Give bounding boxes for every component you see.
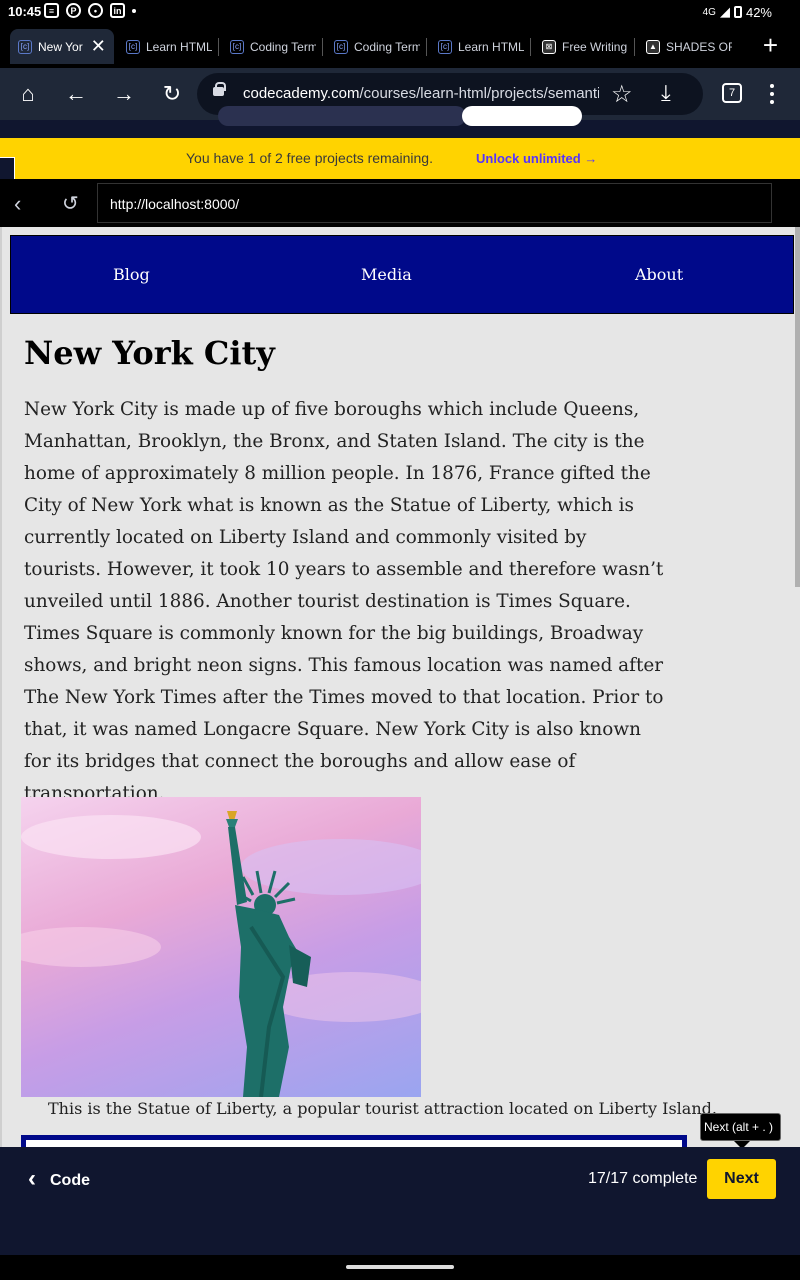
back-icon[interactable]: ← [60, 78, 92, 110]
tab-title: Coding Term [250, 39, 316, 54]
image-caption: This is the Statue of Liberty, a popular… [48, 1099, 717, 1118]
battery-percent: 42% [745, 4, 772, 20]
download-icon[interactable]: ⤓ [661, 80, 671, 106]
cta-label: Unlock unlimited [476, 151, 581, 166]
banner-message: You have 1 of 2 free projects remaining. [186, 150, 433, 166]
address-url[interactable]: codecademy.com/courses/learn-html/projec… [243, 85, 599, 102]
more-notifications-icon [132, 8, 136, 13]
forward-icon[interactable]: → [108, 78, 140, 110]
tab-coding-terms[interactable]: [c] Coding Term [222, 29, 322, 64]
tab-separator [218, 38, 219, 56]
chevron-left-icon: ‹ [28, 1165, 36, 1192]
url-path: /courses/learn-html/projects/semantic- [359, 85, 599, 102]
article-body: New York City is made up of five borough… [24, 399, 664, 804]
record-notification-icon: • [88, 3, 103, 18]
close-tab-icon[interactable]: ✕ [91, 36, 106, 57]
status-right: 4G ◢ 42% [703, 4, 772, 20]
preview-address-field[interactable]: http://localhost:8000/ [97, 183, 772, 223]
notification-icons: ≡ P • in [44, 3, 136, 18]
writing-favicon-icon: ⊠ [542, 39, 556, 54]
statue-of-liberty-image [21, 797, 421, 1097]
nav-link-media[interactable]: Media [361, 265, 412, 284]
gesture-handle[interactable] [346, 1265, 454, 1269]
more-menu-icon[interactable] [762, 80, 782, 108]
tab-separator [530, 38, 531, 56]
lock-icon [213, 82, 226, 96]
tab-free-writing[interactable]: ⊠ Free Writing [534, 29, 634, 64]
tab-switcher-button[interactable]: 7 [722, 83, 742, 103]
progress-status: 17/17 complete [588, 1170, 698, 1187]
tab-title: Learn HTML: [458, 39, 524, 54]
tab-title: Learn HTML [146, 39, 212, 54]
codecademy-favicon-icon: [c] [230, 39, 244, 54]
header-button[interactable] [462, 106, 582, 126]
tab-separator [634, 38, 635, 56]
preview-browser-bar: ‹ ↺ http://localhost:8000/ [0, 179, 800, 227]
lesson-footer: ‹ Code 17/17 complete Next [0, 1147, 800, 1255]
next-button[interactable]: Next [707, 1159, 776, 1199]
article-title: New York City [24, 334, 275, 372]
tab-shades-of[interactable]: ▲ SHADES OF I [638, 29, 734, 64]
tab-title: Coding Term [354, 39, 420, 54]
tab-separator [322, 38, 323, 56]
tab-coding-terms-2[interactable]: [c] Coding Term [326, 29, 426, 64]
browser-tab-strip: [c] New Yor ✕ [c] Learn HTML [c] Coding … [0, 24, 800, 68]
status-time: 10:45 [8, 4, 42, 19]
news-notification-icon: ≡ [44, 3, 59, 18]
codecademy-favicon-icon: [c] [438, 39, 452, 54]
status-bar: 10:45 ≡ P • in 4G ◢ 42% [0, 0, 800, 24]
code-label: Code [50, 1172, 90, 1189]
page-scrollbar[interactable] [795, 227, 800, 587]
codecademy-header-strip [0, 106, 800, 138]
next-shortcut-tooltip: Next (alt + . ) [700, 1113, 781, 1149]
tab-title: New Yor [38, 39, 83, 54]
code-button[interactable]: ‹ Code [28, 1165, 90, 1193]
tab-separator [426, 38, 427, 56]
system-nav-bar [0, 1255, 800, 1280]
unlock-unlimited-link[interactable]: Unlock unlimited → [476, 151, 597, 166]
battery-icon [733, 6, 742, 18]
codecademy-favicon-icon: [c] [126, 39, 140, 54]
site-nav: Blog Media About [10, 235, 794, 314]
statue-of-liberty-illustration [21, 811, 421, 1097]
preview-back-icon[interactable]: ‹ [14, 191, 21, 217]
site-favicon-icon: ▲ [646, 39, 660, 54]
tab-learn-html-2[interactable]: [c] Learn HTML: [430, 29, 530, 64]
tab-learn-html[interactable]: [c] Learn HTML [118, 29, 218, 64]
preview-page: Blog Media About New York City New York … [0, 227, 800, 1147]
bookmark-star-icon[interactable]: ☆ [611, 80, 633, 109]
arrow-right-icon: → [584, 151, 598, 166]
linkedin-notification-icon: in [110, 3, 125, 18]
tab-title: Free Writing [562, 39, 628, 54]
network-type: 4G [702, 6, 716, 18]
codecademy-favicon-icon: [c] [334, 39, 348, 54]
tab-new-york[interactable]: [c] New Yor ✕ [10, 29, 114, 64]
codecademy-favicon-icon: [c] [18, 39, 32, 54]
tab-title: SHADES OF I [666, 39, 732, 54]
nav-link-about[interactable]: About [635, 265, 683, 284]
next-section-box [21, 1135, 687, 1147]
signal-icon: ◢ [719, 4, 730, 19]
preview-refresh-icon[interactable]: ↺ [62, 191, 79, 216]
home-icon[interactable]: ⌂ [12, 78, 44, 110]
free-projects-banner: You have 1 of 2 free projects remaining.… [0, 138, 800, 179]
header-pill [218, 106, 466, 126]
pinterest-notification-icon: P [66, 3, 81, 18]
reload-icon[interactable]: ↻ [156, 78, 188, 110]
nav-link-blog[interactable]: Blog [113, 265, 150, 284]
new-tab-icon[interactable]: + [763, 30, 778, 61]
url-host: codecademy.com [243, 85, 360, 102]
